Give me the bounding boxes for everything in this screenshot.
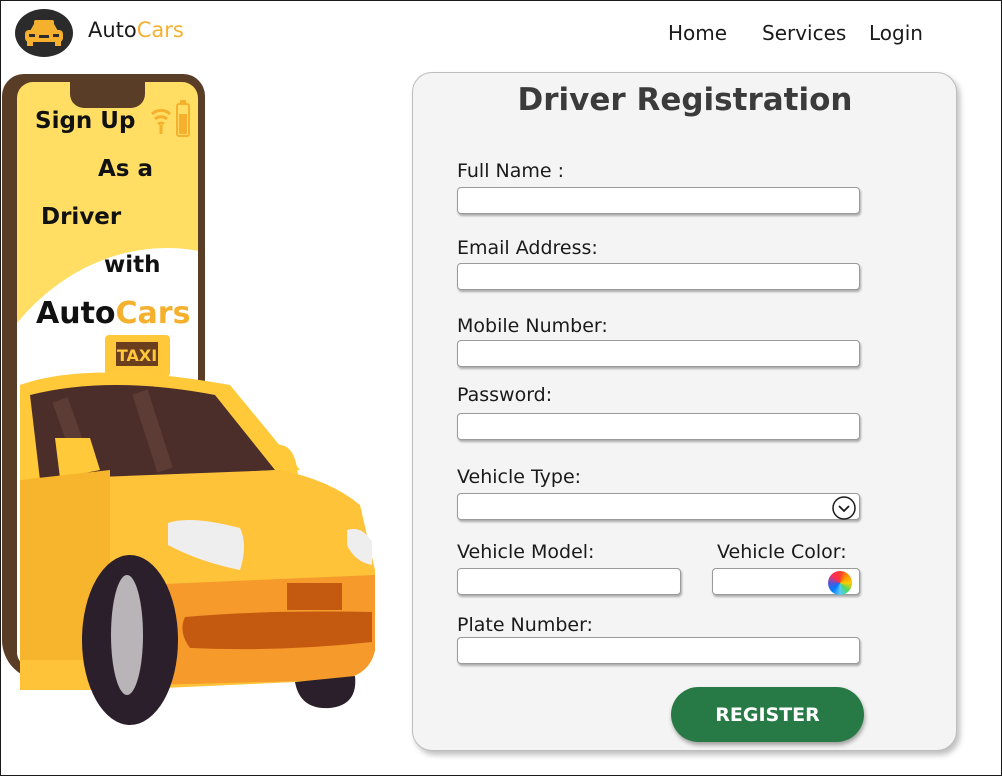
promo-line-4: with bbox=[104, 252, 161, 278]
plate-number-label: Plate Number: bbox=[457, 614, 593, 636]
promo-brand: AutoCars bbox=[36, 296, 190, 331]
promo-brand-part2: Cars bbox=[115, 296, 191, 331]
email-label: Email Address: bbox=[457, 237, 598, 259]
password-input[interactable] bbox=[457, 413, 860, 440]
plate-number-input[interactable] bbox=[457, 637, 860, 664]
vehicle-model-label: Vehicle Model: bbox=[457, 541, 595, 563]
color-wheel-icon[interactable] bbox=[828, 571, 852, 595]
full-name-label: Full Name : bbox=[457, 160, 565, 182]
full-name-input[interactable] bbox=[457, 187, 860, 214]
page-title: Driver Registration bbox=[517, 82, 853, 118]
promo-line-1: Sign Up bbox=[35, 108, 136, 134]
nav-home[interactable]: Home bbox=[668, 21, 727, 45]
mobile-input[interactable] bbox=[457, 340, 860, 367]
register-button[interactable]: REGISTER bbox=[671, 687, 864, 742]
email-input[interactable] bbox=[457, 263, 860, 290]
car-logo-icon bbox=[25, 20, 63, 46]
nav-login[interactable]: Login bbox=[869, 21, 923, 45]
nav-services[interactable]: Services bbox=[762, 21, 846, 45]
logo[interactable] bbox=[15, 9, 73, 57]
phone-notch bbox=[70, 74, 145, 108]
password-label: Password: bbox=[457, 384, 553, 406]
vehicle-color-label: Vehicle Color: bbox=[717, 541, 847, 563]
taxi-illustration: TAXI bbox=[20, 335, 375, 725]
promo-line-2: As a bbox=[98, 156, 154, 182]
brand-name[interactable]: AutoCars bbox=[88, 18, 184, 42]
brand-name-part2: Cars bbox=[136, 18, 184, 42]
chevron-down-icon[interactable] bbox=[832, 496, 856, 520]
vehicle-model-input[interactable] bbox=[457, 568, 681, 595]
brand-name-part1: Auto bbox=[88, 18, 137, 42]
battery-icon bbox=[176, 100, 190, 137]
wifi-icon bbox=[150, 108, 172, 134]
mobile-label: Mobile Number: bbox=[457, 315, 608, 337]
promo-line-3: Driver bbox=[41, 204, 122, 230]
vehicle-type-select[interactable] bbox=[457, 493, 860, 520]
promo-brand-part1: Auto bbox=[36, 296, 116, 331]
taxi-sign-text: TAXI bbox=[117, 346, 157, 365]
vehicle-type-label: Vehicle Type: bbox=[457, 466, 582, 488]
